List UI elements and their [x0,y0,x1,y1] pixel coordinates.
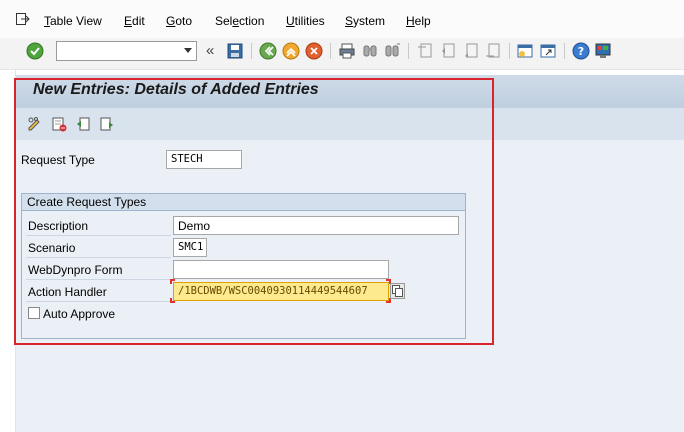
create-session-icon[interactable] [516,42,534,60]
highlight-annotation-box [14,78,494,345]
toolbar-separator [251,43,252,59]
find-icon[interactable] [361,42,379,60]
toolbar-separator [509,43,510,59]
chevron-down-icon[interactable] [184,48,192,53]
menu-label: oto [175,14,193,28]
toolbar-separator [564,43,565,59]
menu-mnemonic: S [345,14,354,28]
menu-label: elp [414,14,431,28]
menu-label: Sel [215,14,233,28]
next-page-icon[interactable] [462,42,480,60]
toolbar-separator [330,43,331,59]
menu-help[interactable]: Help [406,14,431,28]
menu-edit[interactable]: Edit [124,14,145,28]
menu-table-view[interactable]: Table View [44,14,102,28]
menu-label: ystem [353,14,386,28]
customize-layout-icon[interactable] [594,42,612,60]
first-page-icon[interactable] [416,42,434,60]
menu-selection[interactable]: Selection [215,14,264,28]
menu-utilities[interactable]: Utilities [286,14,325,28]
menu-mnemonic: H [406,14,415,28]
generate-shortcut-icon[interactable] [539,42,557,60]
previous-page-icon[interactable] [439,42,457,60]
menu-label: dit [132,14,145,28]
menu-bar [0,0,684,38]
menu-mnemonic: U [286,14,295,28]
menu-goto[interactable]: Goto [166,14,192,28]
last-page-icon[interactable] [484,42,502,60]
collapse-toolbar-icon[interactable]: « [206,42,214,59]
menu-label: able View [50,14,102,28]
menu-label: tilities [294,14,325,28]
command-field[interactable] [56,41,197,61]
print-icon[interactable] [338,42,356,60]
cancel-icon[interactable] [305,42,323,60]
svg-text:?: ? [578,45,584,58]
enter-check-icon[interactable] [26,42,44,60]
menu-mnemonic: E [124,14,133,28]
help-icon[interactable]: ? [572,42,590,60]
back-icon[interactable] [259,42,277,60]
find-next-icon[interactable] [383,42,401,60]
menu-system[interactable]: System [345,14,385,28]
exit-up-icon[interactable] [282,42,300,60]
menu-mnemonic: G [166,14,176,28]
exit-icon[interactable] [16,13,30,25]
menu-label: ction [239,14,265,28]
toolbar-separator [408,43,409,59]
save-icon[interactable] [226,42,244,60]
